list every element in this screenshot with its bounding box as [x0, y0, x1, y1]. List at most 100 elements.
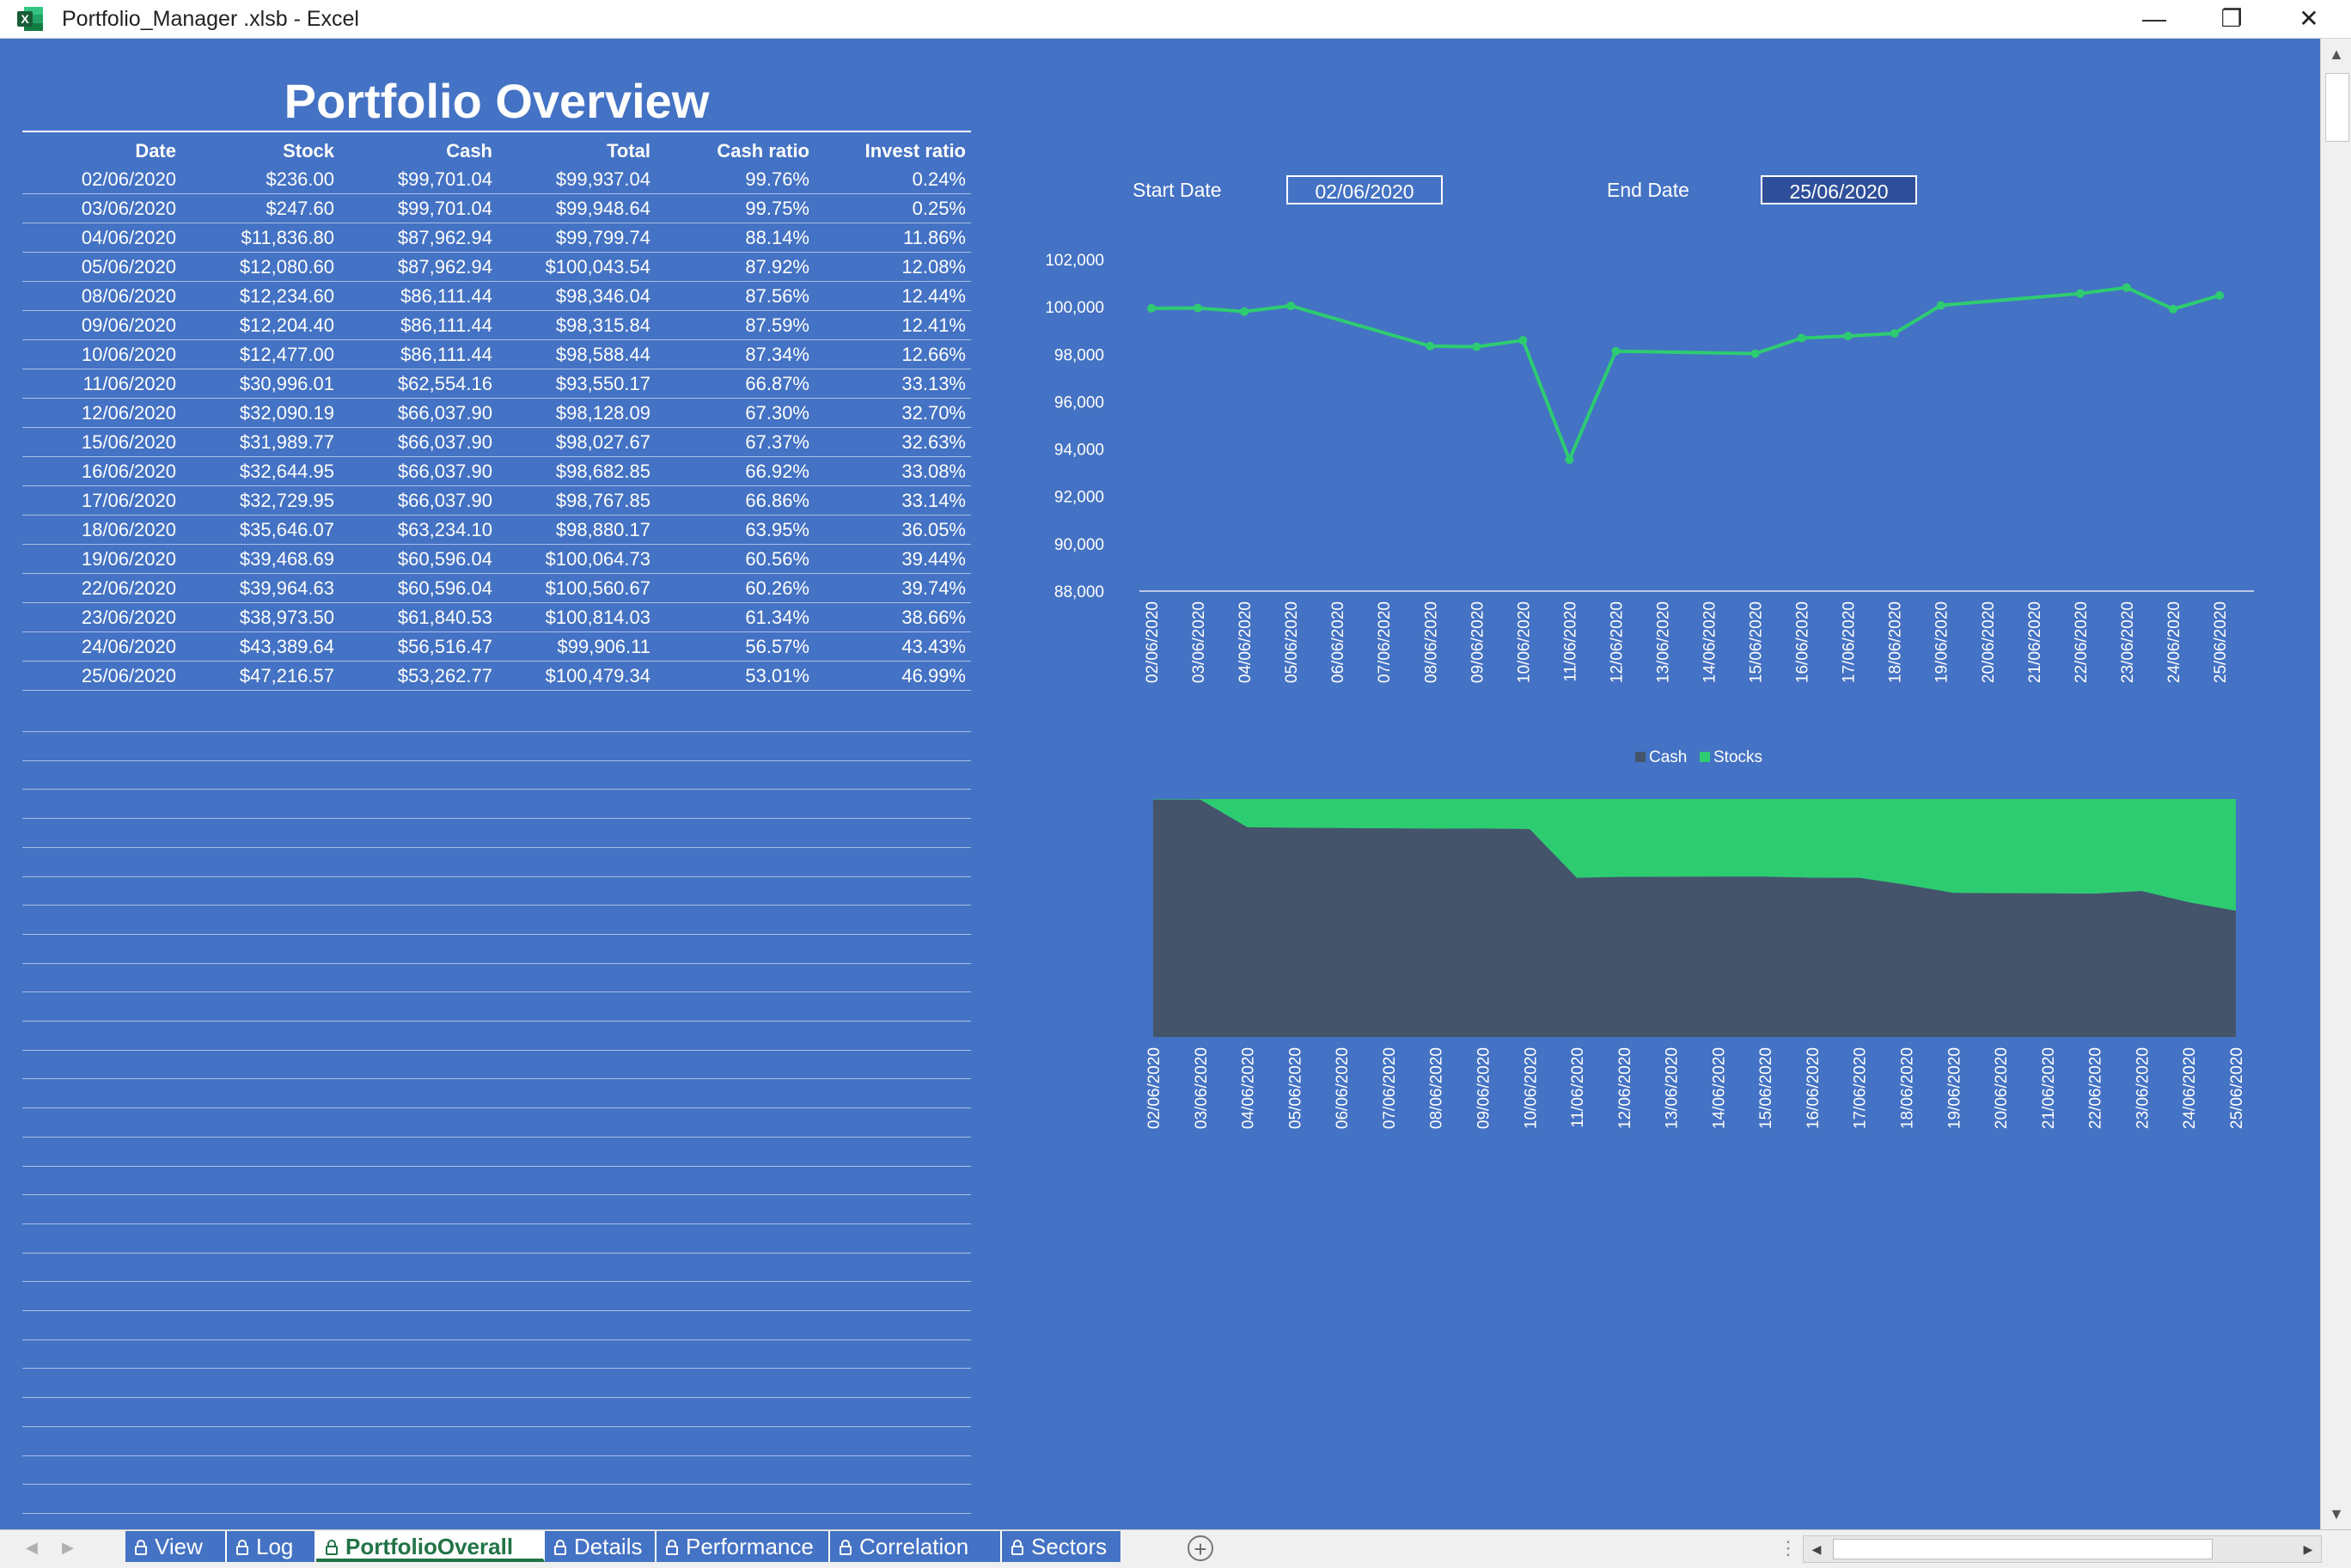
table-cell[interactable]: $32,729.95: [181, 485, 339, 516]
table-cell[interactable]: 23/06/2020: [22, 602, 181, 632]
worksheet-area[interactable]: Portfolio Overview Date Stock Cash Total Cas…: [0, 39, 2320, 1529]
table-cell[interactable]: $32,644.95: [181, 456, 339, 486]
table-cell[interactable]: $53,262.77: [339, 661, 498, 691]
data-point[interactable]: [1750, 349, 1760, 358]
table-cell[interactable]: 03/06/2020: [22, 193, 181, 223]
table-cell[interactable]: 39.44%: [815, 544, 971, 574]
table-cell[interactable]: 33.14%: [815, 485, 971, 516]
data-point[interactable]: [2075, 289, 2085, 298]
close-button[interactable]: ✕: [2270, 0, 2348, 38]
table-cell[interactable]: $38,973.50: [181, 602, 339, 632]
table-cell[interactable]: $86,111.44: [339, 339, 498, 369]
data-point[interactable]: [1472, 342, 1481, 351]
table-cell[interactable]: 61.34%: [656, 602, 815, 632]
table-cell[interactable]: $31,989.77: [181, 427, 339, 457]
table-cell[interactable]: 33.13%: [815, 369, 971, 399]
table-cell[interactable]: $100,064.73: [498, 544, 656, 574]
vertical-scrollbar[interactable]: ▲ ▼: [2320, 39, 2351, 1529]
table-cell[interactable]: 12.41%: [815, 310, 971, 340]
table-cell[interactable]: $99,799.74: [498, 223, 656, 253]
table-cell[interactable]: $87,962.94: [339, 252, 498, 282]
table-cell[interactable]: $87,962.94: [339, 223, 498, 253]
table-cell[interactable]: 17/06/2020: [22, 485, 181, 516]
data-point[interactable]: [2122, 283, 2131, 292]
data-point[interactable]: [1843, 332, 1853, 341]
table-cell[interactable]: $11,836.80: [181, 223, 339, 253]
table-cell[interactable]: $60,596.04: [339, 544, 498, 574]
tab-portfoliooverall[interactable]: PortfolioOverall: [316, 1531, 545, 1562]
table-cell[interactable]: $66,037.90: [339, 427, 498, 457]
table-cell[interactable]: $62,554.16: [339, 369, 498, 399]
table-cell[interactable]: $32,090.19: [181, 398, 339, 428]
data-point[interactable]: [1518, 336, 1528, 345]
tab-sectors[interactable]: Sectors: [1002, 1531, 1122, 1562]
table-cell[interactable]: 43.43%: [815, 631, 971, 662]
table-cell[interactable]: $66,037.90: [339, 485, 498, 516]
table-cell[interactable]: 12/06/2020: [22, 398, 181, 428]
table-cell[interactable]: 88.14%: [656, 223, 815, 253]
table-cell[interactable]: $98,128.09: [498, 398, 656, 428]
data-point[interactable]: [1611, 346, 1621, 356]
restore-button[interactable]: ❐: [2193, 0, 2270, 38]
table-cell[interactable]: 32.63%: [815, 427, 971, 457]
table-cell[interactable]: $39,468.69: [181, 544, 339, 574]
table-cell[interactable]: $12,234.60: [181, 281, 339, 311]
scroll-up-icon[interactable]: ▲: [2321, 39, 2351, 70]
table-cell[interactable]: 16/06/2020: [22, 456, 181, 486]
data-point[interactable]: [1797, 333, 1806, 343]
data-point[interactable]: [2168, 304, 2177, 314]
total-value-line-chart[interactable]: 102,000 100,000 98,000 96,000 94,000 92,000 90…: [1014, 232, 2269, 713]
table-cell[interactable]: $99,948.64: [498, 193, 656, 223]
table-cell[interactable]: 22/06/2020: [22, 573, 181, 603]
table-cell[interactable]: $100,043.54: [498, 252, 656, 282]
table-cell[interactable]: $35,646.07: [181, 515, 339, 545]
table-cell[interactable]: 87.59%: [656, 310, 815, 340]
table-cell[interactable]: $86,111.44: [339, 310, 498, 340]
table-cell[interactable]: 99.76%: [656, 165, 815, 194]
table-cell[interactable]: 32.70%: [815, 398, 971, 428]
table-cell[interactable]: $56,516.47: [339, 631, 498, 662]
table-cell[interactable]: 12.44%: [815, 281, 971, 311]
table-cell[interactable]: $61,840.53: [339, 602, 498, 632]
table-cell[interactable]: 87.56%: [656, 281, 815, 311]
table-cell[interactable]: $43,389.64: [181, 631, 339, 662]
data-point[interactable]: [1194, 303, 1203, 313]
tab-log[interactable]: Log: [227, 1531, 316, 1562]
tab-details[interactable]: Details: [545, 1531, 656, 1562]
table-cell[interactable]: 66.92%: [656, 456, 815, 486]
table-cell[interactable]: 24/06/2020: [22, 631, 181, 662]
table-cell[interactable]: $12,080.60: [181, 252, 339, 282]
table-cell[interactable]: 53.01%: [656, 661, 815, 691]
table-cell[interactable]: $99,906.11: [498, 631, 656, 662]
data-point[interactable]: [1426, 341, 1435, 351]
data-point[interactable]: [1890, 329, 1899, 339]
table-cell[interactable]: 15/06/2020: [22, 427, 181, 457]
table-cell[interactable]: $66,037.90: [339, 456, 498, 486]
table-cell[interactable]: $99,701.04: [339, 193, 498, 223]
table-cell[interactable]: $60,596.04: [339, 573, 498, 603]
table-cell[interactable]: 87.34%: [656, 339, 815, 369]
table-cell[interactable]: $12,204.40: [181, 310, 339, 340]
table-cell[interactable]: $100,560.67: [498, 573, 656, 603]
table-cell[interactable]: $93,550.17: [498, 369, 656, 399]
table-cell[interactable]: $98,588.44: [498, 339, 656, 369]
table-cell[interactable]: 19/06/2020: [22, 544, 181, 574]
table-cell[interactable]: $99,701.04: [339, 165, 498, 194]
table-cell[interactable]: $236.00: [181, 165, 339, 194]
table-cell[interactable]: $247.60: [181, 193, 339, 223]
table-cell[interactable]: $98,346.04: [498, 281, 656, 311]
table-cell[interactable]: $12,477.00: [181, 339, 339, 369]
scroll-right-icon[interactable]: ▶: [2295, 1536, 2321, 1562]
table-cell[interactable]: 66.86%: [656, 485, 815, 516]
data-point[interactable]: [1147, 303, 1156, 313]
scroll-down-icon[interactable]: ▼: [2321, 1498, 2351, 1529]
table-cell[interactable]: 11.86%: [815, 223, 971, 253]
table-cell[interactable]: 0.24%: [815, 165, 971, 194]
table-cell[interactable]: $47,216.57: [181, 661, 339, 691]
tab-scroll-left-icon[interactable]: ◀: [26, 1539, 38, 1557]
table-cell[interactable]: 18/06/2020: [22, 515, 181, 545]
table-cell[interactable]: $100,814.03: [498, 602, 656, 632]
table-cell[interactable]: $63,234.10: [339, 515, 498, 545]
table-cell[interactable]: 11/06/2020: [22, 369, 181, 399]
table-cell[interactable]: $98,880.17: [498, 515, 656, 545]
